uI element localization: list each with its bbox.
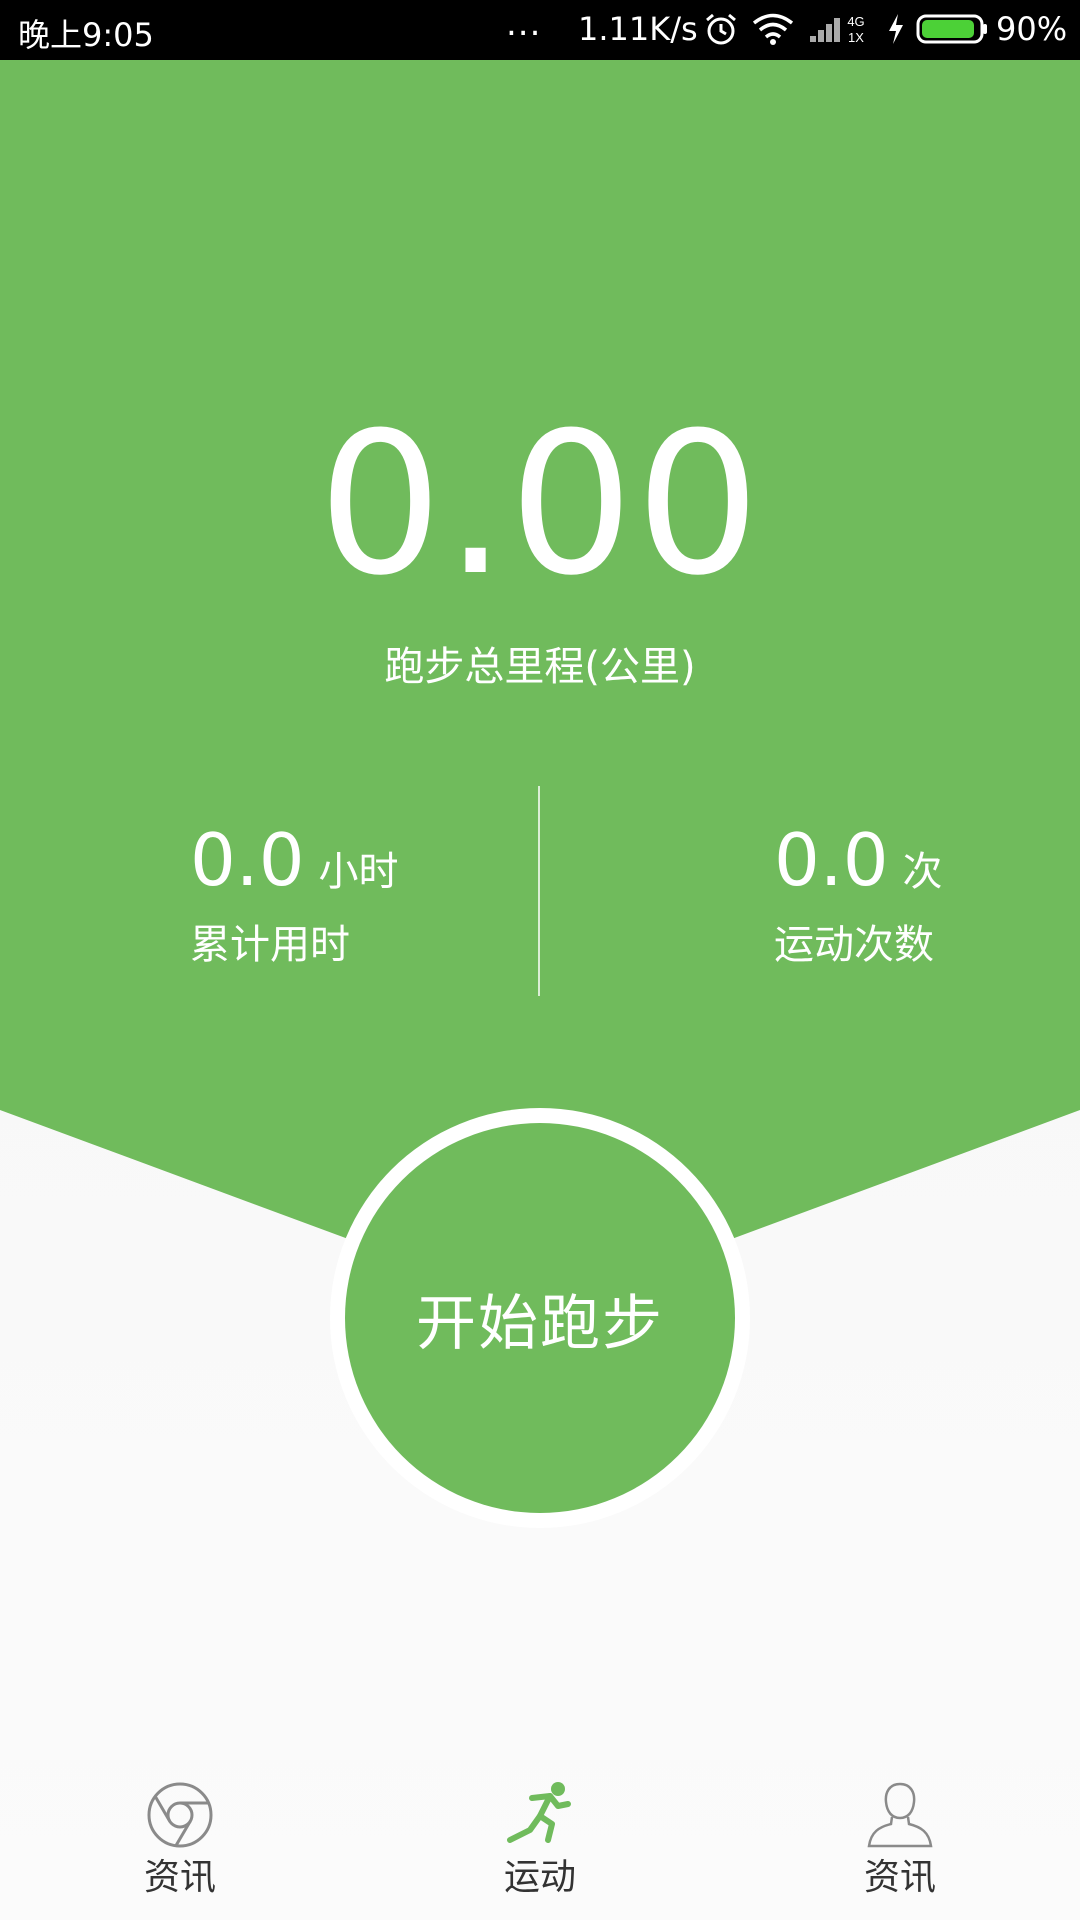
- nav-label-sport: 运动: [503, 1857, 576, 1898]
- battery-percent: 90%: [996, 10, 1068, 48]
- status-time: 晚上9:05: [18, 16, 154, 54]
- workout-count-stat: 0.0 次 运动次数: [774, 820, 943, 970]
- wifi-icon: [752, 12, 794, 54]
- battery-icon: [916, 12, 990, 54]
- chrome-icon: [80, 1780, 280, 1850]
- running-app-screen: 晚上9:05 ... 1.11K/s 4G 1X 90% 0.00 跑步总里程(…: [0, 0, 1080, 1920]
- signal-icon: 4G 1X: [808, 12, 878, 54]
- svg-text:4G: 4G: [847, 14, 864, 29]
- workout-count-label: 运动次数: [774, 922, 934, 968]
- nav-item-news[interactable]: 资讯: [80, 1780, 280, 1900]
- workout-count-value: 0.0: [774, 818, 889, 902]
- total-time-stat: 0.0 小时 累计用时: [190, 820, 399, 970]
- nav-item-profile[interactable]: 资讯: [800, 1780, 1000, 1900]
- nav-item-sport[interactable]: 运动: [440, 1780, 640, 1900]
- nav-label-news: 资讯: [143, 1857, 216, 1898]
- total-distance-value: 0.00: [317, 391, 763, 619]
- notification-dots: ...: [506, 4, 542, 44]
- status-bar: 晚上9:05 ... 1.11K/s 4G 1X 90%: [0, 0, 1080, 60]
- total-distance-label: 跑步总里程(公里): [384, 644, 696, 690]
- start-running-button[interactable]: 开始跑步: [345, 1123, 735, 1513]
- nav-label-profile: 资讯: [863, 1857, 936, 1898]
- svg-text:1X: 1X: [848, 30, 864, 45]
- total-time-unit: 小时: [318, 849, 399, 895]
- network-speed: 1.11K/s: [578, 10, 698, 48]
- total-time-value: 0.0: [190, 818, 305, 902]
- runner-icon: [440, 1780, 640, 1850]
- workout-count-unit: 次: [902, 849, 943, 895]
- stats-divider: [538, 786, 540, 996]
- person-icon: [800, 1780, 1000, 1850]
- total-time-label: 累计用时: [190, 922, 350, 968]
- alarm-icon: [704, 12, 738, 54]
- charging-icon: [886, 12, 906, 54]
